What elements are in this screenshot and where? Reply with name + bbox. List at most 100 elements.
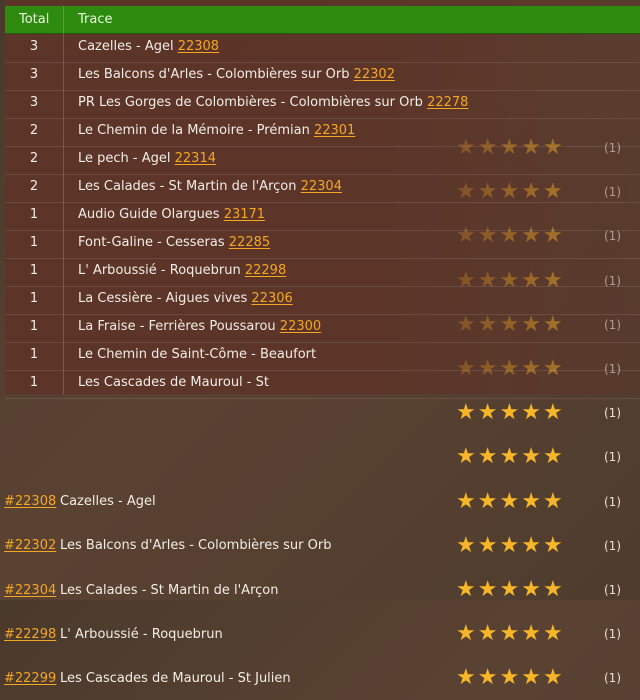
trace-id-link[interactable]: 22306 — [251, 291, 292, 306]
rating-count: (1) — [604, 627, 621, 642]
table-row: 1 Le Chemin de Saint-Côme - Beaufort — [5, 342, 640, 371]
rating-row: #22298 L' Arboussié - Roquebrun ★ ★ ★ ★ ★ (1) — [0, 612, 640, 656]
trace-id-link[interactable]: 22304 — [301, 179, 342, 194]
rating-count: (1) — [604, 583, 621, 597]
trace-id-link[interactable]: 22300 — [280, 319, 321, 334]
trace-name: L' Arboussié - Roquebrun — [78, 263, 241, 278]
total-cell: 1 — [29, 263, 39, 278]
trace-title: L' Arboussié - Roquebrun — [60, 626, 223, 642]
star-icon: ★ — [456, 532, 476, 558]
trace-name: Le pech - Agel — [78, 151, 171, 166]
trace-cell: Audio Guide Olargues 23171 — [78, 207, 265, 222]
trace-title: Les Calades - St Martin de l'Arçon — [60, 582, 279, 598]
trace-name: La Fraise - Ferrières Poussarou — [78, 319, 276, 334]
header-total[interactable]: Total — [19, 12, 49, 27]
trace-title: Cazelles - Agel — [60, 494, 156, 510]
trace-cell: PR Les Gorges de Colombières - Colombièr… — [78, 95, 468, 110]
trace-id-link[interactable]: 22308 — [178, 39, 219, 54]
trace-cell: Le pech - Agel 22314 — [78, 151, 216, 166]
trace-name: Audio Guide Olargues — [78, 207, 220, 222]
star-icon: ★ — [456, 621, 476, 647]
star-icon: ★ — [499, 444, 520, 470]
trace-cell: Les Calades - St Martin de l'Arçon 22304 — [78, 179, 342, 194]
star-rating: ★★★★★ — [456, 623, 563, 645]
trace-id-link[interactable]: #22308 — [4, 494, 56, 509]
star-rating: ★★★★★ — [456, 579, 563, 601]
star-icon: ★ — [521, 665, 541, 691]
star-icon: ★ — [456, 444, 476, 470]
rating-row: #22299 Les Cascades de Mauroul - St Julie… — [0, 656, 640, 700]
star-icon: ★ — [477, 532, 498, 558]
total-cell: 2 — [29, 151, 39, 166]
star-icon: ★ — [499, 400, 520, 426]
star-icon: ★ — [499, 621, 520, 647]
star-icon: ★ — [521, 621, 541, 647]
table-row: 3 PR Les Gorges de Colombières - Colombiè… — [5, 90, 640, 119]
star-icon: ★ — [477, 665, 498, 691]
trace-cell: Font-Galine - Cesseras 22285 — [78, 235, 270, 250]
table-row: 2 Les Calades - St Martin de l'Arçon 2230… — [5, 174, 640, 203]
trace-id-link[interactable]: 22302 — [354, 67, 395, 82]
star-icon: ★ — [456, 577, 476, 602]
trace-id-link[interactable]: #22302 — [4, 538, 56, 553]
trace-name: Le Chemin de la Mémoire - Prémian — [78, 123, 310, 138]
star-icon: ★ — [456, 665, 476, 691]
star-icon: ★ — [542, 532, 563, 558]
rating-row: #22304 Les Calades - St Martin de l'Arçon… — [0, 568, 640, 612]
trace-id-link[interactable]: 22278 — [427, 95, 468, 110]
total-cell: 1 — [29, 235, 39, 250]
table-row: 1 La Cessière - Aigues vives 22306 — [5, 286, 640, 315]
trace-name: La Cessière - Aigues vives — [78, 291, 248, 306]
star-icon: ★ — [521, 577, 541, 602]
header-trace[interactable]: Trace — [78, 12, 113, 27]
star-rating: ★★★★★ — [456, 667, 563, 689]
trace-cell: L' Arboussié - Roquebrun 22298 — [78, 263, 286, 278]
trace-cell: Les Cascades de Mauroul - St — [78, 375, 269, 390]
trace-title: Les Balcons d'Arles - Colombières sur Or… — [60, 538, 332, 554]
trace-cell: Le Chemin de Saint-Côme - Beaufort — [78, 347, 316, 362]
trace-id-link[interactable]: #22298 — [4, 627, 56, 642]
rating-count: (1) — [604, 406, 621, 421]
star-icon: ★ — [542, 400, 563, 426]
rating-count: (1) — [604, 450, 621, 465]
rating-count: (1) — [604, 671, 621, 686]
star-icon: ★ — [477, 400, 498, 426]
star-rating: ★★★★★ — [456, 532, 563, 558]
rating-row: ★★★★★(1) — [0, 435, 640, 479]
star-icon: ★ — [521, 400, 541, 426]
trace-id-link[interactable]: 22314 — [175, 151, 216, 166]
total-cell: 3 — [29, 67, 39, 82]
star-icon: ★ — [542, 444, 563, 470]
trace-id-link[interactable]: #22304 — [4, 583, 56, 598]
rating-count: (1) — [604, 494, 621, 509]
table-row: 1 Les Cascades de Mauroul - St — [5, 370, 640, 399]
star-icon: ★ — [456, 400, 476, 426]
trace-id-link[interactable]: #22299 — [4, 671, 56, 686]
star-icon: ★ — [521, 444, 541, 470]
trace-id-link[interactable]: 22301 — [314, 123, 355, 138]
total-cell: 1 — [29, 291, 39, 306]
rating-count: (1) — [604, 538, 621, 553]
trace-name: Font-Galine - Cesseras — [78, 235, 225, 250]
total-cell: 1 — [29, 347, 39, 362]
table-row: 1 La Fraise - Ferrières Poussarou 22300 — [5, 314, 640, 343]
total-cell: 2 — [29, 123, 39, 138]
trace-id-link[interactable]: 22285 — [229, 235, 270, 250]
star-icon: ★ — [477, 444, 498, 470]
star-icon: ★ — [499, 577, 520, 602]
total-cell: 2 — [29, 179, 39, 194]
trace-name: PR Les Gorges de Colombières - Colombièr… — [78, 95, 423, 110]
trace-cell: Cazelles - Agel 22308 — [78, 39, 219, 54]
star-rating: ★★★★★ — [456, 402, 563, 424]
total-cell: 3 — [29, 95, 39, 110]
table-row: 2 Le pech - Agel 22314 — [5, 146, 640, 175]
total-cell: 1 — [29, 207, 39, 222]
star-icon: ★ — [477, 577, 498, 602]
trace-name: Les Calades - St Martin de l'Arçon — [78, 179, 297, 194]
trace-cell: La Cessière - Aigues vives 22306 — [78, 291, 293, 306]
trace-id-link[interactable]: 22298 — [245, 263, 286, 278]
star-icon: ★ — [499, 665, 520, 691]
trace-id-link[interactable]: 23171 — [224, 207, 265, 222]
total-cell: 3 — [29, 39, 39, 54]
table-row: 2 Le Chemin de la Mémoire - Prémian 22301 — [5, 118, 640, 147]
